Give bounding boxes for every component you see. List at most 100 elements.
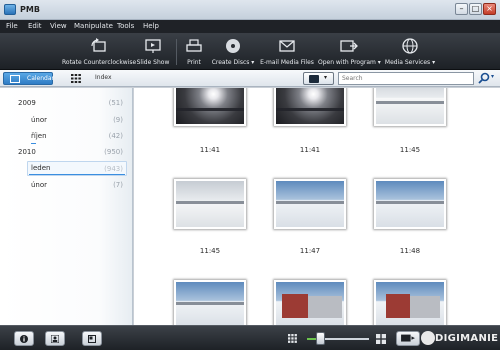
calendar-tree: 2009 (51) únor (9) říjen (42) 2010 (950)… [0,88,133,325]
photo-time-label: 11:47 [299,247,321,255]
tree-label: 2009 [18,99,36,107]
thumb-detail [276,108,344,111]
photo-thumbnail[interactable] [174,88,246,126]
rotate-counterclockwise-button[interactable]: Rotate Counterclockwise [62,35,136,68]
menu-bar: File Edit View Manipulate Tools Help [0,20,500,33]
thumbnail-size-slider-handle[interactable] [316,332,325,345]
search-icon[interactable] [477,72,491,84]
photo-thumbnail[interactable] [274,88,346,126]
photo-time-label: 11:48 [399,247,421,255]
email-media-files-button[interactable]: E-mail Media Files [260,35,314,68]
tree-count: (9) [113,116,123,124]
close-button[interactable]: × [483,3,496,15]
watermark-logo-icon [421,331,435,345]
tree-item-2010-unor[interactable]: únor [31,181,47,192]
menu-view[interactable]: View [50,22,67,30]
window-title: PMB [20,5,40,14]
thumb-detail [176,302,244,305]
slide-show-button[interactable]: Slide Show [136,35,170,68]
media-services-button[interactable]: Media Services ▾ [384,35,436,68]
photo-thumbnail[interactable] [374,88,446,126]
slideshow-play-button[interactable] [396,331,420,346]
photo-time-label: 11:45 [399,146,421,154]
chevron-down-icon: ▾ [324,74,328,81]
calendar-icon [10,75,20,83]
tree-marker [31,143,36,144]
open-with-label: Open with Program ▾ [318,59,381,66]
map-button[interactable] [82,331,102,346]
person-button[interactable] [45,331,65,346]
maximize-button[interactable]: □ [469,3,482,15]
open-with-program-button[interactable]: Open with Program ▾ [318,35,381,68]
title-bar: PMB – □ × [0,0,500,20]
open-with-icon [340,40,358,52]
tree-count: (943) [104,165,123,173]
tab-index-label: Index [95,74,112,81]
minimize-button[interactable]: – [455,3,468,15]
globe-icon [402,38,418,54]
envelope-icon [279,40,295,52]
media-services-label: Media Services ▾ [384,59,436,66]
photo-thumbnail[interactable] [274,280,346,325]
rotate-icon [91,38,106,52]
thumb-detail [376,201,444,204]
thumb-detail [308,296,342,318]
thumb-detail [176,201,244,204]
search-field[interactable] [338,72,474,85]
tab-calendar-label: Calendar [27,75,54,82]
bottom-bar: DIGIMANIE [0,325,500,350]
thumbnail-grid: 11:41 11:41 11:45 11:45 11:47 11:48 [134,88,500,325]
large-thumbnails-icon[interactable] [376,334,386,344]
photo-thumbnail[interactable] [374,179,446,229]
toolbar-separator [176,39,177,65]
map-icon [88,335,96,343]
photo-thumbnail[interactable] [174,280,246,325]
tree-item-2009[interactable]: 2009 [18,99,36,110]
disc-icon [226,39,240,53]
tree-item-2010[interactable]: 2010 [18,148,36,159]
person-icon [51,335,59,343]
tree-count: (51) [108,99,123,107]
printer-icon [186,39,202,52]
play-screen-icon [401,334,415,342]
thumb-detail [176,108,244,111]
tree-label: 2010 [18,148,36,156]
filter-dropdown-button[interactable]: ▾ [303,72,334,85]
slideshow-label: Slide Show [136,59,170,66]
tree-label: leden [31,164,51,172]
watermark-text: DIGIMANIE [435,333,499,344]
menu-manipulate[interactable]: Manipulate [74,22,113,30]
tree-count: (42) [108,132,123,140]
create-discs-label: Create Discs ▾ [211,59,255,66]
photo-thumbnail[interactable] [274,179,346,229]
menu-edit[interactable]: Edit [28,22,42,30]
toolbar: Rotate Counterclockwise Slide Show Print… [0,33,500,70]
tab-calendar[interactable]: Calendar [3,72,54,85]
email-label: E-mail Media Files [260,59,314,66]
watermark-logo: DIGIMANIE [421,330,499,348]
menu-help[interactable]: Help [143,22,159,30]
view-bar: Calendar Index ▾ ▾ [0,70,500,87]
print-label: Print [187,59,201,66]
menu-tools[interactable]: Tools [117,22,134,30]
menu-file[interactable]: File [6,22,18,30]
thumb-detail [386,294,410,318]
tree-item-2009-rijen[interactable]: říjen [31,132,47,143]
create-discs-button[interactable]: Create Discs ▾ [210,35,256,68]
tree-count: (950) [104,148,123,156]
search-options-icon[interactable]: ▾ [491,73,494,80]
photo-time-label: 11:41 [199,146,221,154]
photo-thumbnail[interactable] [174,179,246,229]
print-button[interactable]: Print [182,35,206,68]
search-input[interactable] [339,73,469,84]
thumb-detail [282,294,308,318]
small-thumbnails-icon[interactable] [288,334,297,343]
slideshow-icon [145,39,161,53]
tree-label: únor [31,181,48,189]
tab-index[interactable]: Index [62,72,116,85]
photo-thumbnail[interactable] [374,280,446,325]
info-button[interactable] [14,331,34,346]
tree-item-2009-unor[interactable]: únor [31,116,47,127]
rotate-label: Rotate Counterclockwise [62,59,137,66]
thumb-detail [276,201,344,204]
